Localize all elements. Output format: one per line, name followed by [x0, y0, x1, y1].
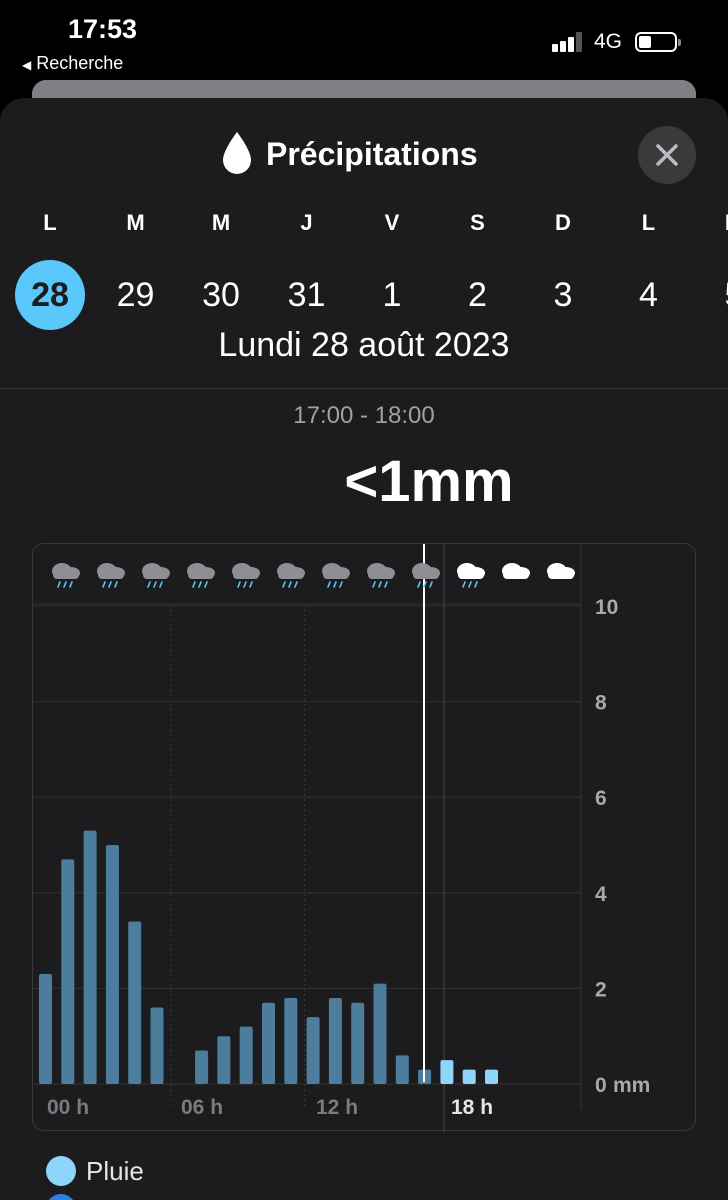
x-tick-label: 00 h [47, 1096, 89, 1119]
y-unit-label: mm [613, 1074, 650, 1097]
precip-bar [195, 1050, 209, 1084]
day-letter: V [384, 210, 400, 235]
cloud-drizzle-icon [187, 563, 215, 588]
y-tick-label: 10 [595, 596, 618, 619]
day-item[interactable]: M 29 [101, 208, 171, 330]
precip-bar [440, 1060, 454, 1084]
back-label: Recherche [36, 53, 124, 73]
cloud-rain-icon [367, 563, 395, 588]
day-number: 28 [15, 260, 85, 330]
day-letter: S [470, 210, 485, 235]
precip-bar [485, 1069, 498, 1084]
y-tick-label: 4 [595, 883, 607, 906]
day-number: 29 [116, 276, 155, 314]
precip-bar [262, 1002, 275, 1084]
cloud-rain-icon [142, 563, 170, 588]
x-tick-label: 06 h [181, 1096, 223, 1119]
day-selector: L28M29M30J31V1S2D3L4M5 [0, 208, 728, 330]
cloud-rain-icon [412, 563, 440, 588]
precip-bar [83, 830, 97, 1084]
cloud-rain-icon [322, 563, 350, 588]
precipitation-sheet: Précipitations L28M29M30J31V1S2D3L4M5 Lu… [0, 98, 728, 1200]
y-tick-label: 2 [595, 978, 607, 1001]
back-arrow-icon: ◀ [22, 58, 32, 72]
selected-date-label: Lundi 28 août 2023 [218, 326, 510, 364]
precip-bar [284, 997, 298, 1084]
cloud-rain-icon [232, 563, 260, 588]
precip-bar [217, 1036, 231, 1084]
close-button[interactable] [638, 126, 696, 184]
battery-icon [635, 32, 681, 52]
day-item[interactable]: D3 [528, 208, 598, 330]
day-item[interactable]: M5 [699, 208, 728, 330]
day-letter: M [211, 210, 231, 235]
cloud-rain-icon [52, 563, 80, 588]
day-item[interactable]: L4 [614, 208, 684, 330]
day-number: 30 [202, 276, 240, 314]
y-tick-label: 6 [595, 787, 607, 810]
network-type: 4G [594, 30, 623, 53]
day-number: 31 [287, 276, 326, 314]
day-number: 1 [382, 276, 402, 314]
selected-precipitation-amount: <1mm [344, 449, 514, 514]
day-letter: J [300, 210, 313, 235]
legend-swatch [46, 1156, 76, 1186]
cloud-rain-icon [277, 563, 305, 588]
precip-bar [61, 859, 75, 1084]
cloud-rain-icon [97, 563, 125, 588]
precip-bar [239, 1026, 253, 1084]
precip-bar [150, 1007, 164, 1084]
day-letter: L [43, 210, 57, 235]
precipitation-chart-svg[interactable]: 10 8 6 4 2 0 mm 00 h 06 h 12 h 18 h [33, 544, 697, 1132]
precip-bar [105, 845, 119, 1084]
day-letter: M [126, 210, 145, 235]
divider [0, 388, 728, 389]
back-to-search-link[interactable]: ◀ Recherche [22, 53, 123, 74]
close-icon [656, 144, 678, 166]
selected-time-range: 17:00 - 18:00 [293, 402, 435, 429]
day-letter: M [699, 208, 728, 238]
precipitation-chart[interactable]: 10 8 6 4 2 0 mm 00 h 06 h 12 h 18 h [32, 543, 697, 1132]
precip-bar [306, 1017, 320, 1084]
day-letter: D [555, 210, 571, 235]
precip-bar [128, 921, 142, 1084]
day-letter: L [641, 210, 656, 235]
status-bar: 17:53 ◀ Recherche 4G [0, 0, 728, 80]
y-tick-label: 8 [595, 692, 607, 715]
precip-bar [395, 1055, 409, 1084]
precip-bar [328, 997, 342, 1084]
water-drop-icon [223, 132, 251, 174]
day-number: 4 [639, 276, 658, 314]
page-title: Précipitations [266, 136, 478, 172]
cloud-icon [502, 563, 530, 579]
precip-bar [351, 1002, 365, 1084]
precip-bar [39, 974, 52, 1084]
sheet-header: Précipitations [0, 128, 728, 180]
cloud-icon [547, 563, 575, 579]
day-item[interactable]: M 30 [186, 208, 256, 330]
legend-swatch-secondary [46, 1194, 76, 1200]
day-item[interactable]: J 31 [272, 208, 342, 330]
legend-label: Pluie [86, 1156, 144, 1186]
day-number: 5 [699, 260, 728, 330]
precip-bar [373, 983, 387, 1084]
cloud-drizzle-icon [457, 563, 485, 588]
x-tick-label: 12 h [316, 1096, 358, 1119]
day-item[interactable]: S2 [443, 208, 513, 330]
x-tick-label: 18 h [451, 1096, 493, 1119]
signal-strength-icon [552, 32, 586, 52]
day-number: 3 [553, 276, 573, 314]
y-tick-label: 0 [595, 1074, 607, 1097]
day-item[interactable]: L 28 [15, 208, 85, 330]
day-item[interactable]: V1 [357, 208, 427, 330]
day-number: 2 [468, 276, 487, 314]
status-time: 17:53 [68, 14, 138, 44]
precip-bar [462, 1069, 476, 1084]
